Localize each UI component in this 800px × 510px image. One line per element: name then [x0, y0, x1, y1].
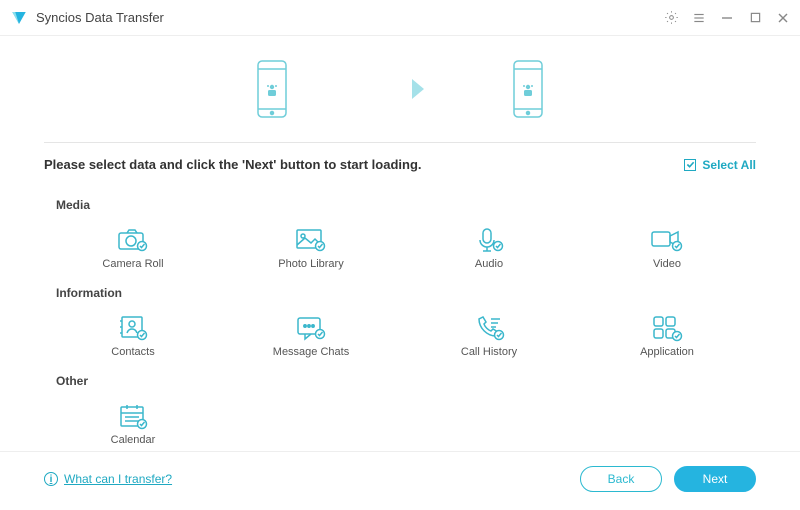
checkbox-icon	[684, 159, 696, 171]
titlebar: Syncios Data Transfer	[0, 0, 800, 36]
next-button[interactable]: Next	[674, 466, 756, 492]
item-label: Video	[653, 258, 681, 270]
window-controls	[664, 11, 790, 25]
menu-button[interactable]	[692, 11, 706, 25]
help-label: What can I transfer?	[64, 472, 172, 486]
select-all-label: Select All	[702, 158, 756, 172]
message-icon	[294, 314, 328, 342]
calendar-icon	[116, 402, 150, 430]
other-grid: Calendar	[44, 398, 756, 450]
data-categories: Media Camera Roll Photo Library Audio Vi…	[0, 180, 800, 450]
back-label: Back	[608, 472, 635, 486]
item-label: Calendar	[111, 434, 156, 446]
transfer-arrow-icon	[372, 71, 428, 107]
item-contacts[interactable]: Contacts	[44, 310, 222, 362]
item-label: Audio	[475, 258, 503, 270]
close-button[interactable]	[776, 11, 790, 25]
item-label: Call History	[461, 346, 517, 358]
instruction-text: Please select data and click the 'Next' …	[44, 157, 684, 172]
section-title-other: Other	[56, 374, 756, 388]
photo-icon	[294, 226, 328, 254]
minimize-icon	[721, 12, 733, 24]
camera-icon	[116, 226, 150, 254]
maximize-button[interactable]	[748, 11, 762, 25]
item-label: Message Chats	[273, 346, 349, 358]
select-all-checkbox[interactable]: Select All	[684, 158, 756, 172]
instruction-row: Please select data and click the 'Next' …	[0, 143, 800, 180]
help-link[interactable]: i What can I transfer?	[44, 472, 172, 486]
information-grid: Contacts Message Chats Call History Appl…	[44, 310, 756, 362]
settings-button[interactable]	[664, 11, 678, 25]
close-icon	[777, 12, 789, 24]
gear-icon	[664, 10, 679, 25]
app-logo	[10, 9, 28, 27]
section-title-media: Media	[56, 198, 756, 212]
audio-icon	[472, 226, 506, 254]
item-photo-library[interactable]: Photo Library	[222, 222, 400, 274]
item-label: Photo Library	[278, 258, 343, 270]
item-audio[interactable]: Audio	[400, 222, 578, 274]
item-label: Application	[640, 346, 694, 358]
item-label: Camera Roll	[102, 258, 163, 270]
section-title-information: Information	[56, 286, 756, 300]
item-camera-roll[interactable]: Camera Roll	[44, 222, 222, 274]
info-icon: i	[44, 472, 58, 486]
footer: i What can I transfer? Back Next	[0, 451, 800, 510]
media-grid: Camera Roll Photo Library Audio Video	[44, 222, 756, 274]
maximize-icon	[750, 12, 761, 23]
app-title: Syncios Data Transfer	[36, 10, 664, 25]
back-button[interactable]: Back	[580, 466, 662, 492]
item-video[interactable]: Video	[578, 222, 756, 274]
item-message-chats[interactable]: Message Chats	[222, 310, 400, 362]
item-calendar[interactable]: Calendar	[44, 398, 222, 450]
item-call-history[interactable]: Call History	[400, 310, 578, 362]
contacts-icon	[116, 314, 150, 342]
application-icon	[650, 314, 684, 342]
menu-icon	[692, 11, 706, 25]
source-device-icon	[252, 57, 292, 121]
item-label: Contacts	[111, 346, 154, 358]
call-history-icon	[472, 314, 506, 342]
item-application[interactable]: Application	[578, 310, 756, 362]
minimize-button[interactable]	[720, 11, 734, 25]
device-diagram	[0, 44, 800, 134]
video-icon	[650, 226, 684, 254]
next-label: Next	[703, 472, 728, 486]
target-device-icon	[508, 57, 548, 121]
